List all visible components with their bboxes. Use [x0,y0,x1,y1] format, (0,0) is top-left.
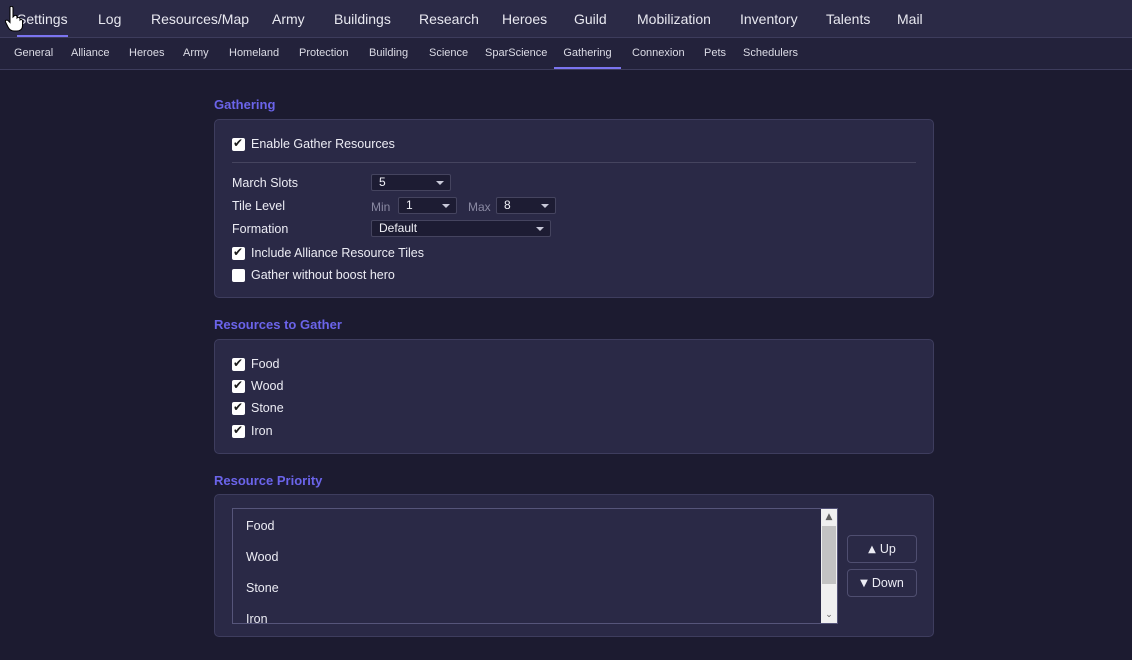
include-alliance-label: Include Alliance Resource Tiles [251,246,425,260]
subtab-homeland[interactable]: Homeland [229,38,279,69]
move-up-label: Up [879,542,896,556]
move-down-label: Down [871,576,904,590]
max-label: Max [468,200,491,214]
formation-label: Formation [232,222,289,236]
subtab-heroes[interactable]: Heroes [129,38,164,69]
resource-stone-row[interactable]: Stone [232,399,284,417]
scroll-up-icon[interactable]: ▲ [821,509,837,525]
tab-research[interactable]: Research [419,0,479,37]
march-slots-select[interactable]: 5 [371,174,451,191]
subtab-connexion[interactable]: Connexion [632,38,685,69]
resource-food-row[interactable]: Food [232,355,280,373]
list-item[interactable]: Stone [246,581,279,595]
gathering-panel: Enable Gather Resources March Slots 5 Ti… [214,119,934,298]
resource-wood-label: Wood [251,379,284,393]
top-nav: Settings Log Resources/Map Army Building… [0,0,1132,38]
tab-mail[interactable]: Mail [897,0,923,37]
tab-army[interactable]: Army [272,0,305,37]
resource-food-checkbox[interactable] [232,356,245,371]
move-down-button[interactable]: ▼ Down [847,569,917,597]
tab-buildings[interactable]: Buildings [334,0,391,37]
list-item[interactable]: Wood [246,550,278,564]
move-up-button[interactable]: ▲ Up [847,535,917,563]
tab-log[interactable]: Log [98,0,121,37]
without-boost-label: Gather without boost hero [251,268,395,282]
resource-iron-checkbox[interactable] [232,423,245,438]
gathering-title: Gathering [214,97,276,112]
tile-min-value: 1 [406,198,413,212]
enable-gather-checkbox[interactable] [232,136,245,151]
priority-listbox[interactable]: Food Wood Stone Iron ▲ ⌄ [232,508,838,624]
resources-title: Resources to Gather [214,317,342,332]
divider [232,162,916,163]
list-item[interactable]: Iron [246,612,268,623]
subtab-general[interactable]: General [14,38,53,69]
tile-level-label: Tile Level [232,199,286,213]
include-alliance-checkbox[interactable] [232,245,245,260]
enable-gather-row[interactable]: Enable Gather Resources [232,135,395,153]
triangle-down-icon: ▼ [860,577,868,589]
tab-inventory[interactable]: Inventory [740,0,798,37]
resource-stone-checkbox[interactable] [232,400,245,415]
resource-wood-checkbox[interactable] [232,378,245,393]
subtab-building[interactable]: Building [369,38,408,69]
resource-stone-label: Stone [251,401,284,415]
subtab-schedulers[interactable]: Schedulers [743,38,798,69]
resource-iron-row[interactable]: Iron [232,422,273,440]
tile-max-select[interactable]: 8 [496,197,556,214]
tile-max-value: 8 [504,198,511,212]
without-boost-checkbox[interactable] [232,268,245,282]
scrollbar[interactable]: ▲ ⌄ [821,509,837,623]
tab-talents[interactable]: Talents [826,0,870,37]
scroll-down-icon[interactable]: ⌄ [821,607,837,623]
tab-guild[interactable]: Guild [574,0,607,37]
min-label: Min [371,200,391,214]
scroll-thumb[interactable] [822,526,836,584]
tab-mobilization[interactable]: Mobilization [637,0,711,37]
resource-food-label: Food [251,357,280,371]
subtab-gathering[interactable]: Gathering [554,38,621,69]
march-slots-label: March Slots [232,176,298,190]
subtab-protection[interactable]: Protection [299,38,349,69]
tab-heroes[interactable]: Heroes [502,0,547,37]
tab-settings[interactable]: Settings [17,0,68,37]
hand-cursor-icon [5,6,23,32]
resource-iron-label: Iron [251,424,273,438]
resources-panel: Food Wood Stone Iron [214,339,934,454]
formation-select[interactable]: Default [371,220,551,237]
triangle-up-icon: ▲ [868,543,876,555]
subtab-army[interactable]: Army [183,38,209,69]
resource-wood-row[interactable]: Wood [232,377,283,395]
subtab-alliance[interactable]: Alliance [71,38,110,69]
subtab-sparscience[interactable]: SparScience [485,38,547,69]
include-alliance-row[interactable]: Include Alliance Resource Tiles [232,244,424,262]
chevron-down-icon [541,204,549,208]
subtab-pets[interactable]: Pets [704,38,726,69]
enable-gather-label: Enable Gather Resources [251,137,395,151]
tile-min-select[interactable]: 1 [398,197,457,214]
chevron-down-icon [436,181,444,185]
without-boost-row[interactable]: Gather without boost hero [232,266,395,284]
sub-nav: General Alliance Heroes Army Homeland Pr… [0,38,1132,70]
subtab-science[interactable]: Science [429,38,468,69]
tab-resources-map[interactable]: Resources/Map [151,0,249,37]
list-item[interactable]: Food [246,519,275,533]
chevron-down-icon [442,204,450,208]
march-slots-value: 5 [379,175,386,189]
priority-title: Resource Priority [214,473,323,488]
chevron-down-icon [536,227,544,231]
priority-panel: Food Wood Stone Iron ▲ ⌄ ▲ Up ▼ Down [214,494,934,637]
formation-value: Default [379,221,418,235]
